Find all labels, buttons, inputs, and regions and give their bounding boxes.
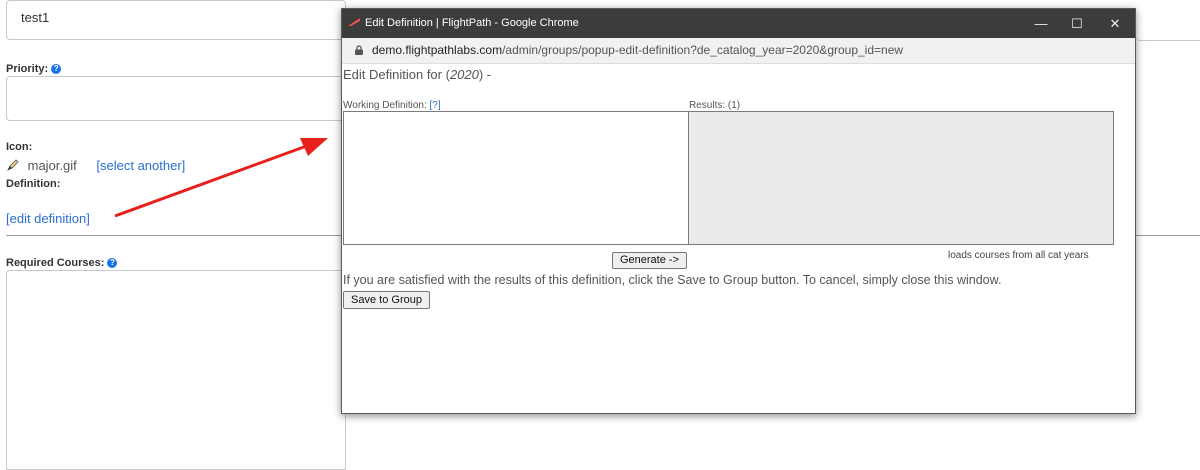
heading-prefix: Edit Definition for (	[343, 67, 450, 82]
generate-note: loads courses from all cat years	[948, 250, 1089, 261]
working-definition-help-link[interactable]: [?]	[430, 100, 441, 111]
popup-heading: Edit Definition for (2020) -	[343, 67, 491, 82]
popup-titlebar[interactable]: Edit Definition | FlightPath - Google Ch…	[342, 9, 1135, 38]
maximize-icon[interactable]: ☐	[1060, 9, 1094, 38]
popup-content: Edit Definition for (2020) - Working Def…	[342, 64, 1135, 413]
address-url[interactable]: demo.flightpathlabs.com/admin/groups/pop…	[372, 43, 903, 57]
close-icon[interactable]: ✕	[1098, 9, 1132, 38]
popup-window-title: Edit Definition | FlightPath - Google Ch…	[365, 17, 579, 29]
url-path: /admin/groups/popup-edit-definition?de_c…	[502, 43, 904, 57]
heading-year: 2020	[449, 67, 479, 82]
save-to-group-button[interactable]: Save to Group	[343, 291, 430, 309]
working-definition-label: Working Definition: [?]	[343, 100, 441, 111]
url-host: demo.flightpathlabs.com	[372, 43, 503, 57]
results-label: Results: (1)	[689, 100, 741, 111]
generate-button[interactable]: Generate ->	[612, 252, 687, 269]
flightpath-app-icon	[348, 18, 360, 26]
minimize-icon[interactable]: —	[1024, 9, 1058, 38]
working-definition-label-text: Working Definition:	[343, 100, 427, 111]
working-definition-textarea[interactable]	[343, 111, 689, 245]
results-box	[688, 111, 1114, 245]
popup-window: Edit Definition | FlightPath - Google Ch…	[341, 8, 1136, 414]
lock-icon	[355, 45, 363, 55]
heading-suffix: ) -	[478, 67, 492, 82]
instructions-text: If you are satisfied with the results of…	[343, 273, 1002, 287]
address-bar[interactable]: demo.flightpathlabs.com/admin/groups/pop…	[342, 38, 1135, 64]
